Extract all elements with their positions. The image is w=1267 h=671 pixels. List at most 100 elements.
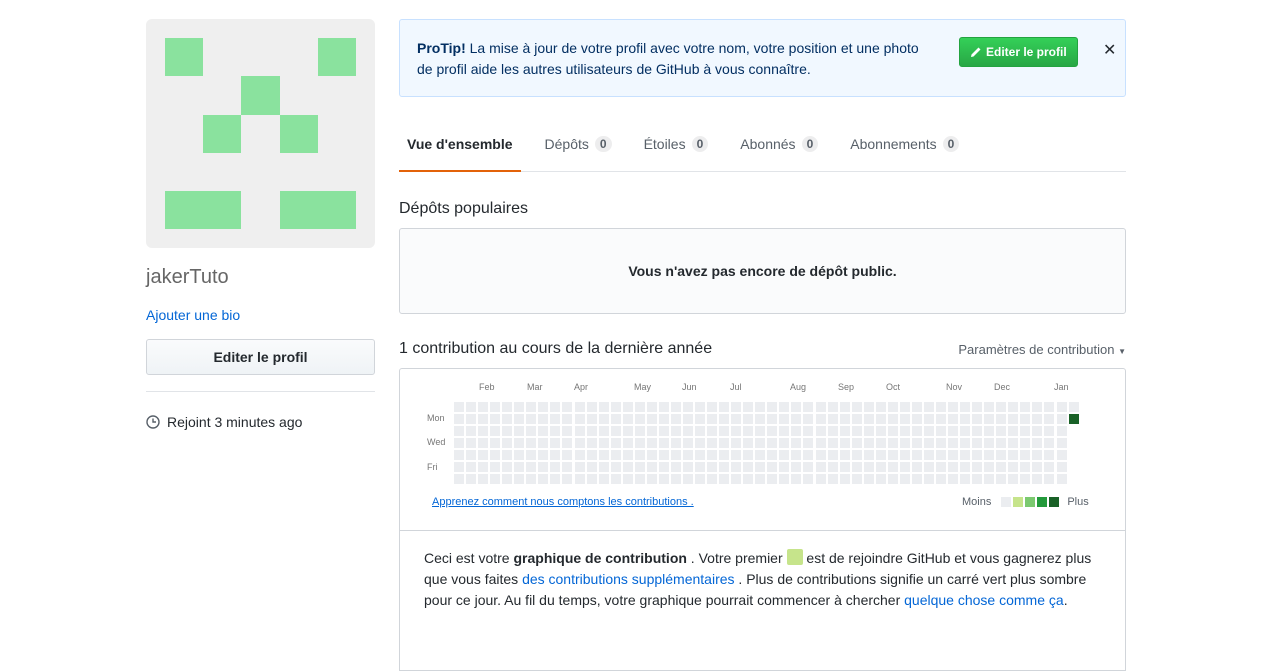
contrib-day-cell[interactable] [948,438,959,449]
contrib-day-cell[interactable] [634,438,645,449]
contrib-day-cell[interactable] [767,450,778,461]
contrib-day-cell[interactable] [1020,438,1031,449]
contrib-day-cell[interactable] [707,426,718,437]
contrib-day-cell[interactable] [574,414,585,425]
contrib-day-cell[interactable] [634,426,645,437]
contrib-day-cell[interactable] [863,474,874,485]
contrib-day-cell[interactable] [670,414,681,425]
contrib-day-cell[interactable] [598,426,609,437]
contrib-day-cell[interactable] [948,450,959,461]
contrib-day-cell[interactable] [562,450,573,461]
contrib-day-cell[interactable] [815,450,826,461]
contrib-day-cell[interactable] [827,414,838,425]
contrib-day-cell[interactable] [562,414,573,425]
contrib-day-cell[interactable] [526,462,537,473]
contrib-day-cell[interactable] [960,402,971,412]
contrib-day-cell[interactable] [646,474,657,485]
contrib-day-cell[interactable] [960,426,971,437]
avatar[interactable] [146,19,375,248]
contrib-day-cell[interactable] [1044,414,1055,425]
contrib-day-cell[interactable] [839,450,850,461]
contrib-day-cell[interactable] [984,438,995,449]
contrib-day-cell[interactable] [466,414,477,425]
contrib-day-cell[interactable] [827,402,838,412]
contrib-day-cell[interactable] [719,414,730,425]
contrib-day-cell[interactable] [779,462,790,473]
contrib-day-cell[interactable] [538,438,549,449]
contrib-day-cell[interactable] [707,462,718,473]
contrib-day-cell[interactable] [634,402,645,412]
contrib-day-cell[interactable] [1008,474,1019,485]
contrib-day-cell[interactable] [875,450,886,461]
contrib-day-cell[interactable] [598,462,609,473]
contrib-day-cell[interactable] [960,450,971,461]
add-bio-link[interactable]: Ajouter une bio [146,307,375,323]
contrib-day-cell[interactable] [478,402,489,412]
contrib-day-cell[interactable] [586,474,597,485]
contrib-day-cell[interactable] [695,426,705,437]
contrib-day-cell[interactable] [972,474,983,485]
contrib-day-cell[interactable] [658,450,669,461]
contrib-day-cell[interactable] [502,402,513,412]
contrib-day-cell[interactable] [1044,474,1055,485]
contrib-day-cell[interactable] [466,462,477,473]
contrib-day-cell[interactable] [936,450,946,461]
contrib-day-cell[interactable] [610,414,621,425]
contrib-day-cell[interactable] [948,402,959,412]
contrib-day-cell[interactable] [478,438,489,449]
contrib-day-cell[interactable] [755,402,766,412]
contrib-day-cell[interactable] [538,474,549,485]
contrib-day-cell[interactable] [622,426,633,437]
contrib-day-cell[interactable] [923,438,934,449]
contrib-day-cell[interactable] [646,438,657,449]
contrib-day-cell[interactable] [1056,402,1067,412]
contrib-day-cell[interactable] [1056,450,1067,461]
contrib-day-cell[interactable] [658,462,669,473]
contrib-day-cell[interactable] [827,462,838,473]
contrib-day-cell[interactable] [670,462,681,473]
contrib-day-cell[interactable] [550,462,561,473]
contrib-day-cell[interactable] [490,438,501,449]
contrib-day-cell[interactable] [574,462,585,473]
contrib-day-cell[interactable] [454,438,464,449]
contrib-day-cell[interactable] [707,414,718,425]
contrib-day-cell[interactable] [502,462,513,473]
contrib-day-cell[interactable] [454,474,464,485]
contrib-day-cell[interactable] [984,450,995,461]
contrib-day-cell[interactable] [984,426,995,437]
contrib-day-cell[interactable] [948,474,959,485]
contrib-day-cell[interactable] [562,426,573,437]
contrib-day-cell[interactable] [972,462,983,473]
contrib-day-cell[interactable] [598,450,609,461]
contrib-day-cell[interactable] [550,438,561,449]
contrib-day-cell[interactable] [1068,414,1079,425]
contrib-day-cell[interactable] [984,474,995,485]
contrib-day-cell[interactable] [1032,414,1043,425]
contrib-day-cell[interactable] [875,438,886,449]
contrib-day-cell[interactable] [960,414,971,425]
contrib-day-cell[interactable] [755,438,766,449]
contrib-day-cell[interactable] [574,450,585,461]
contrib-day-cell[interactable] [803,426,814,437]
contrib-day-cell[interactable] [1032,402,1043,412]
contrib-day-cell[interactable] [851,402,862,412]
contrib-day-cell[interactable] [574,438,585,449]
contrib-day-cell[interactable] [454,462,464,473]
contrib-day-cell[interactable] [658,438,669,449]
contrib-day-cell[interactable] [514,438,525,449]
contrib-day-cell[interactable] [767,474,778,485]
contrib-day-cell[interactable] [923,474,934,485]
contrib-day-cell[interactable] [731,450,742,461]
contrib-day-cell[interactable] [1020,402,1031,412]
contrib-day-cell[interactable] [923,402,934,412]
contrib-day-cell[interactable] [466,474,477,485]
contrib-day-cell[interactable] [839,414,850,425]
contrib-day-cell[interactable] [466,426,477,437]
contrib-day-cell[interactable] [899,462,910,473]
contrib-day-cell[interactable] [622,438,633,449]
contrib-day-cell[interactable] [466,402,477,412]
contrib-day-cell[interactable] [755,462,766,473]
contrib-day-cell[interactable] [682,438,693,449]
contrib-day-cell[interactable] [719,438,730,449]
contrib-day-cell[interactable] [779,450,790,461]
